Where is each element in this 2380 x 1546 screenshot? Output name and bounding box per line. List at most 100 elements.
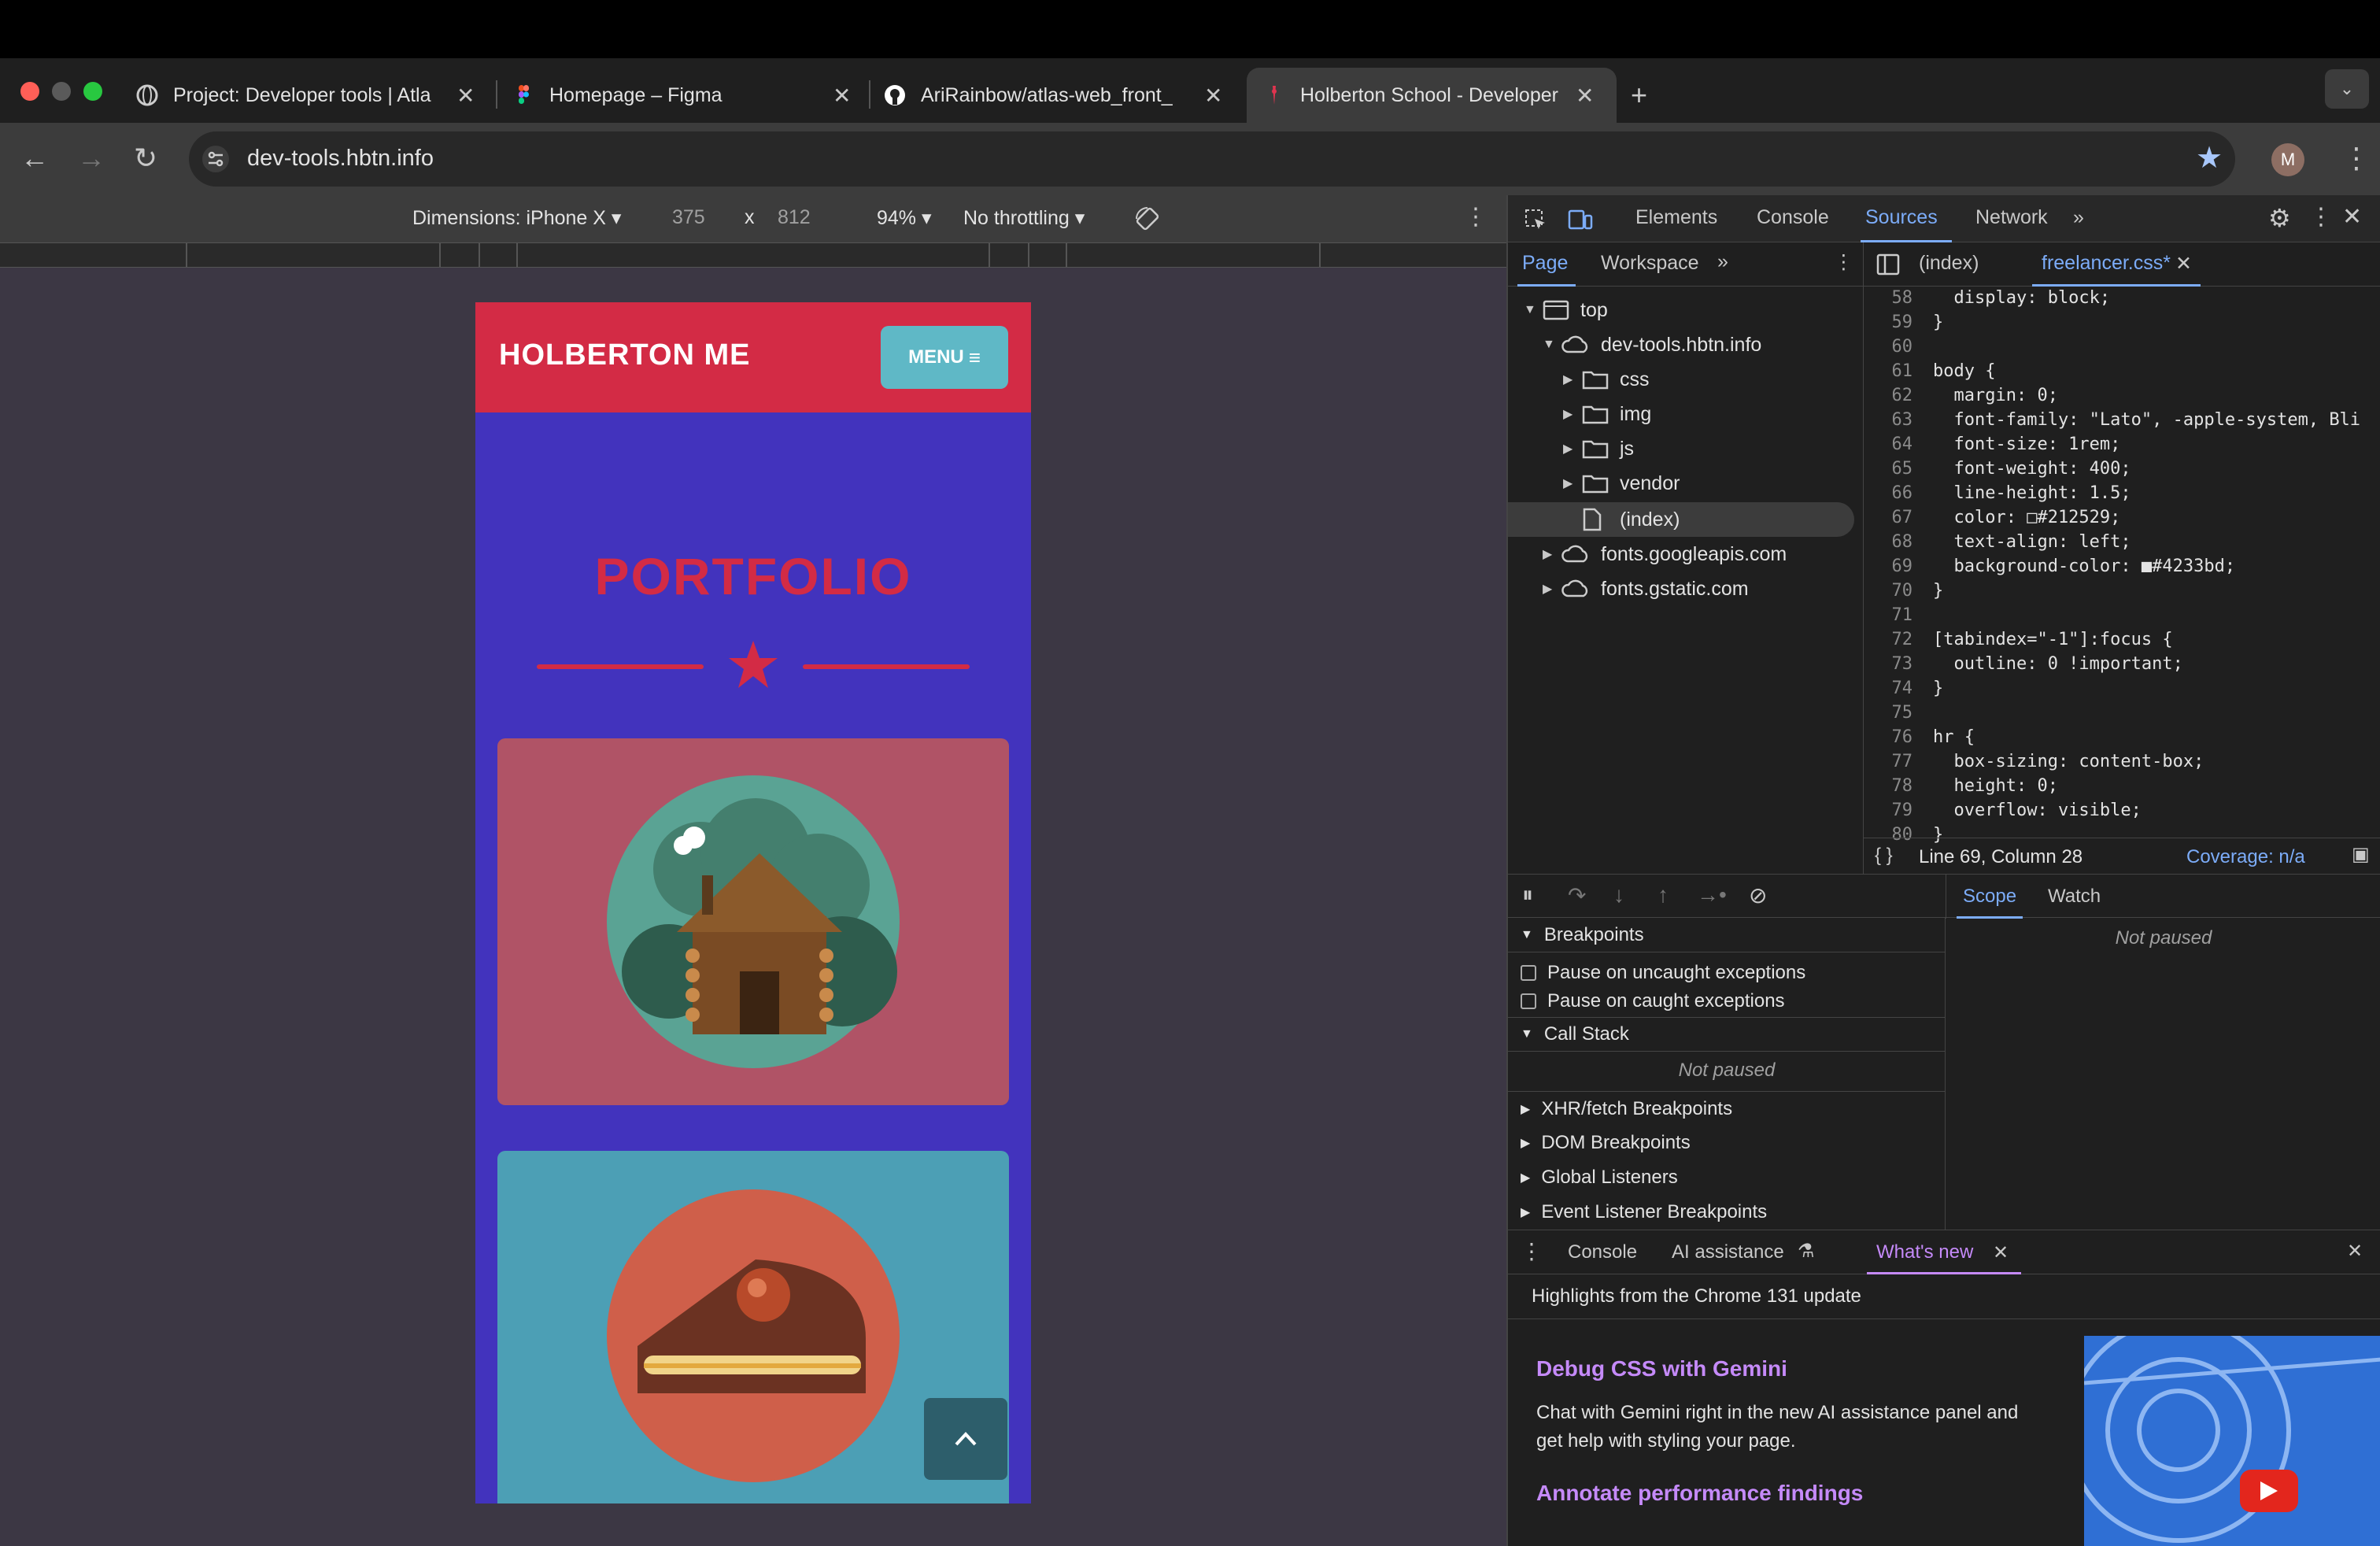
menu-button[interactable]: MENU ≡ xyxy=(881,326,1008,389)
back-button[interactable]: ← xyxy=(20,142,49,175)
tab-network[interactable]: Network xyxy=(1975,206,2048,229)
step-icon[interactable]: →• xyxy=(1697,882,1727,908)
code-line[interactable]: 61 body { xyxy=(1864,361,1996,386)
window-close-button[interactable] xyxy=(20,82,39,101)
browser-tab-figma[interactable]: Homepage – Figma ✕ xyxy=(512,68,851,123)
step-into-icon[interactable]: ↓ xyxy=(1613,882,1624,908)
whats-new-headline-annotate[interactable]: Annotate performance findings xyxy=(1536,1481,1863,1506)
browser-tab-atlas[interactable]: Project: Developer tools | Atla ✕ xyxy=(135,68,475,123)
editor-tab-index[interactable]: (index) xyxy=(1919,252,1979,275)
code-line[interactable]: 77 box-sizing: content-box; xyxy=(1864,752,2204,776)
code-line[interactable]: 68 text-align: left; xyxy=(1864,532,2131,557)
tree-item-domain[interactable]: ▼ dev-tools.hbtn.info xyxy=(1543,327,1761,362)
site-brand[interactable]: HOLBERTON ME xyxy=(499,338,751,372)
navigator-more-icon[interactable]: ⋮ xyxy=(1834,250,1853,274)
tree-item-gstatic[interactable]: ▶ fonts.gstatic.com xyxy=(1543,571,1749,606)
browser-tab-holberton[interactable]: Holberton School - Developer ✕ xyxy=(1247,68,1617,123)
navigator-tab-page[interactable]: Page xyxy=(1522,252,1568,275)
code-line[interactable]: 74} xyxy=(1864,679,1944,703)
code-line[interactable]: 62 margin: 0; xyxy=(1864,386,2058,410)
close-tab-icon[interactable]: ✕ xyxy=(1993,1241,2009,1264)
close-tab-icon[interactable]: ✕ xyxy=(833,83,851,109)
site-settings-icon[interactable] xyxy=(201,145,230,173)
tree-item-index[interactable]: (index) xyxy=(1582,502,1680,537)
step-out-icon[interactable]: ↑ xyxy=(1658,882,1669,908)
settings-gear-icon[interactable]: ⚙ xyxy=(2268,203,2291,233)
code-line[interactable]: 63 font-family: "Lato", -apple-system, B… xyxy=(1864,410,2361,435)
whats-new-headline-gemini[interactable]: Debug CSS with Gemini xyxy=(1536,1356,1787,1381)
checkbox[interactable] xyxy=(1521,993,1536,1009)
tree-item-vendor[interactable]: ▶ vendor xyxy=(1563,466,1680,501)
device-dimensions-select[interactable]: Dimensions: iPhone X ▾ xyxy=(412,206,621,230)
tab-search-button[interactable]: ⌄ xyxy=(2325,69,2369,109)
tab-elements[interactable]: Elements xyxy=(1635,206,1717,229)
checkbox[interactable] xyxy=(1521,965,1536,981)
drawer-tab-whats-new[interactable]: What's new xyxy=(1876,1241,1973,1263)
pause-icon[interactable]: ⏸ xyxy=(1522,882,1533,908)
device-toolbar-more-icon[interactable]: ⋮ xyxy=(1464,203,1488,231)
inspect-element-icon[interactable] xyxy=(1524,208,1547,231)
device-height-input[interactable]: 812 xyxy=(778,206,811,229)
dom-breakpoints-header[interactable]: ▶ DOM Breakpoints xyxy=(1508,1126,1946,1160)
code-line[interactable]: 73 outline: 0 !important; xyxy=(1864,654,2183,679)
tree-item-top[interactable]: ▼ top xyxy=(1524,293,1608,327)
throttling-select[interactable]: No throttling ▾ xyxy=(963,206,1085,230)
more-tabs-icon[interactable]: » xyxy=(2073,206,2084,229)
code-line[interactable]: 70} xyxy=(1864,581,1944,605)
editor-tab-freelancer-css[interactable]: freelancer.css* xyxy=(2042,252,2171,275)
browser-tab-github[interactable]: AriRainbow/atlas-web_front_ ✕ xyxy=(883,68,1222,123)
avatar[interactable]: M xyxy=(2271,143,2304,176)
close-tab-icon[interactable]: ✕ xyxy=(1204,83,1222,109)
code-line[interactable]: 64 font-size: 1rem; xyxy=(1864,435,2121,459)
code-line[interactable]: 59} xyxy=(1864,313,1944,337)
play-button-icon[interactable] xyxy=(2240,1470,2298,1512)
global-listeners-header[interactable]: ▶ Global Listeners xyxy=(1508,1160,1946,1195)
device-toolbar-toggle-icon[interactable] xyxy=(1568,208,1593,231)
device-width-input[interactable]: 375 xyxy=(672,206,705,229)
code-line[interactable]: 71 xyxy=(1864,605,1933,630)
tree-item-googleapis[interactable]: ▶ fonts.googleapis.com xyxy=(1543,537,1787,571)
code-line[interactable]: 66 line-height: 1.5; xyxy=(1864,483,2131,508)
browser-menu-icon[interactable]: ⋮ xyxy=(2342,142,2371,175)
new-tab-button[interactable]: + xyxy=(1631,68,1647,123)
step-over-icon[interactable]: ↷ xyxy=(1568,882,1586,908)
code-line[interactable]: 72 [tabindex="-1"]:focus { xyxy=(1864,630,2173,654)
toggle-navigator-icon[interactable] xyxy=(1876,253,1900,276)
tree-item-css[interactable]: ▶ css xyxy=(1563,362,1650,397)
event-listener-breakpoints-header[interactable]: ▶ Event Listener Breakpoints xyxy=(1508,1195,1946,1230)
code-line[interactable]: 69 background-color: ■#4233bd; xyxy=(1864,557,2236,581)
tab-sources[interactable]: Sources xyxy=(1865,206,1938,229)
window-zoom-button[interactable] xyxy=(83,82,102,101)
scroll-to-top-button[interactable] xyxy=(924,1398,1007,1480)
toggle-debugger-icon[interactable]: ▣ xyxy=(2352,843,2370,866)
code-line[interactable]: 67 color: □#212529; xyxy=(1864,508,2121,532)
tab-scope[interactable]: Scope xyxy=(1963,886,2016,908)
tab-console[interactable]: Console xyxy=(1757,206,1829,229)
portfolio-item-cabin[interactable] xyxy=(497,738,1009,1105)
zoom-select[interactable]: 94% ▾ xyxy=(877,206,932,230)
tree-item-img[interactable]: ▶ img xyxy=(1563,397,1651,431)
reload-button[interactable]: ↻ xyxy=(134,142,157,175)
bookmark-star-icon[interactable]: ★ xyxy=(2196,140,2223,176)
pause-uncaught-checkbox[interactable]: Pause on uncaught exceptions xyxy=(1521,962,1805,984)
pretty-print-icon[interactable]: { } xyxy=(1875,845,1893,867)
rotate-icon[interactable] xyxy=(1133,205,1162,233)
close-devtools-icon[interactable]: ✕ xyxy=(2342,203,2362,231)
code-line[interactable]: 79 overflow: visible; xyxy=(1864,801,2142,825)
code-line[interactable]: 60 xyxy=(1864,337,1933,361)
code-line[interactable]: 78 height: 0; xyxy=(1864,776,2058,801)
navigator-tab-workspace[interactable]: Workspace xyxy=(1601,252,1699,275)
close-tab-icon[interactable]: ✕ xyxy=(456,83,475,109)
call-stack-section-header[interactable]: ▼ Call Stack xyxy=(1508,1017,1946,1052)
tree-item-js[interactable]: ▶ js xyxy=(1563,431,1634,466)
code-line[interactable]: 65 font-weight: 400; xyxy=(1864,459,2131,483)
whats-new-video-thumbnail[interactable] xyxy=(2084,1336,2380,1546)
close-drawer-icon[interactable]: ✕ xyxy=(2347,1240,2363,1263)
breakpoints-section-header[interactable]: ▼ Breakpoints xyxy=(1508,918,1946,952)
deactivate-breakpoints-icon[interactable]: ⊘ xyxy=(1749,882,1767,908)
code-line[interactable]: 58 display: block; xyxy=(1864,288,2111,313)
drawer-tab-ai-assistance[interactable]: AI assistance xyxy=(1672,1241,1784,1263)
drawer-tab-console[interactable]: Console xyxy=(1568,1241,1637,1263)
devtools-more-icon[interactable]: ⋮ xyxy=(2309,203,2333,231)
close-tab-icon[interactable]: ✕ xyxy=(1576,83,1594,109)
